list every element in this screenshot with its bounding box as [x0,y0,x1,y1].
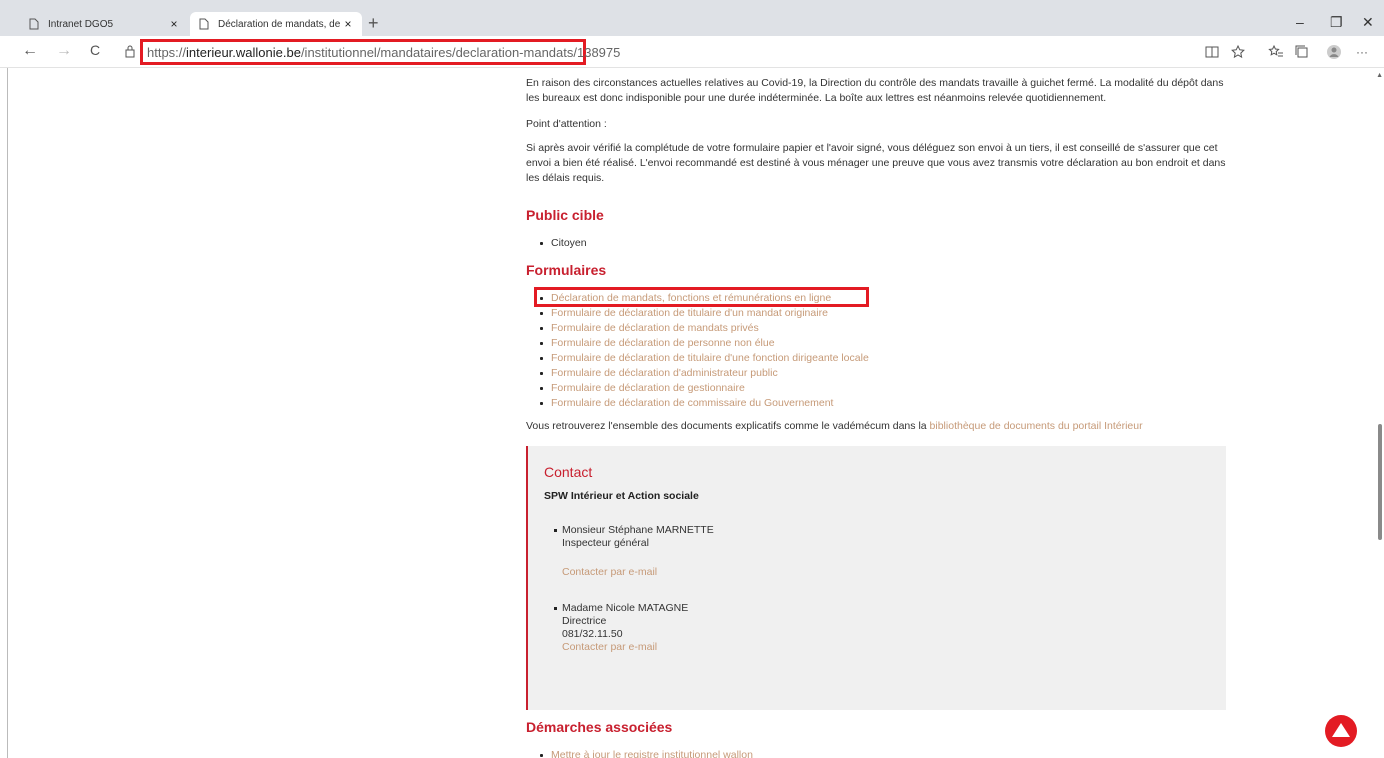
close-tab-button[interactable]: × [166,17,182,31]
person-role: Directrice [562,615,607,627]
tab-intranet[interactable]: Intranet DGO5 × [8,12,188,36]
restore-button[interactable]: ❐ [1330,14,1343,31]
form-link-online[interactable]: Déclaration de mandats, fonctions et rém… [534,287,869,307]
docs-library-link[interactable]: bibliothèque de documents du portail Int… [930,420,1143,432]
minimize-button[interactable]: – [1296,14,1304,30]
attention-label: Point d'attention : [526,118,607,130]
close-window-button[interactable]: ✕ [1362,14,1374,31]
scroll-up-icon[interactable]: ▲ [1376,72,1383,79]
covid-notice: En raison des circonstances actuelles re… [526,77,1224,104]
related-title: Démarches associées [526,719,673,735]
arrow-up-icon [1332,723,1350,737]
related-link[interactable]: Mettre à jour le registre institutionnel… [540,748,753,758]
lock-icon[interactable] [124,44,136,58]
url-text: https://interieur.wallonie.be/institutio… [147,44,621,60]
favorite-add-icon[interactable] [1230,44,1246,60]
form-link[interactable]: Formulaire de déclaration de mandats pri… [540,321,869,336]
bullet [554,529,557,532]
forms-title: Formulaires [526,262,607,278]
tab-title: Déclaration de mandats, de fonc [218,18,340,30]
form-link[interactable]: Formulaire de déclaration de titulaire d… [540,306,869,321]
person-name: Madame Nicole MATAGNE [562,602,689,614]
tab-declaration[interactable]: Déclaration de mandats, de fonc × [190,12,362,36]
contact-person: Monsieur Stéphane MARNETTE Inspecteur gé… [554,524,714,579]
favorites-icon[interactable] [1268,44,1284,60]
contact-person: Madame Nicole MATAGNE Directrice 081/32.… [554,602,689,654]
reader-view-icon[interactable] [1204,44,1220,60]
scrollbar[interactable]: ▲ [1376,68,1384,758]
address-bar[interactable]: https://interieur.wallonie.be/institutio… [140,39,620,65]
divider [7,68,8,758]
forms-list: Déclaration de mandats, fonctions et rém… [534,287,869,411]
form-link[interactable]: Formulaire de déclaration de titulaire d… [540,351,869,366]
form-link[interactable]: Formulaire de déclaration de commissaire… [540,396,869,411]
contact-title: Contact [544,464,593,480]
reload-button[interactable]: C [90,42,100,58]
browser-toolbar: ← → C https://interieur.wallonie.be/inst… [0,36,1384,68]
list-item: Citoyen [540,236,587,251]
scroll-to-top-button[interactable] [1325,715,1357,747]
email-link[interactable]: Contacter par e-mail [562,641,688,654]
collections-icon[interactable] [1294,44,1310,60]
person-role: Inspecteur général [562,537,649,549]
tab-title: Intranet DGO5 [48,18,114,30]
public-title: Public cible [526,207,604,223]
new-tab-button[interactable]: + [368,14,379,32]
docs-paragraph: Vous retrouverez l'ensemble des document… [526,420,1143,432]
form-link[interactable]: Formulaire de déclaration de personne no… [540,336,869,351]
back-button[interactable]: ← [22,42,38,60]
close-tab-button[interactable]: × [340,17,356,31]
bullet [554,607,557,610]
highlight-box [534,287,869,307]
forward-button[interactable]: → [56,42,72,60]
scrollbar-thumb[interactable] [1378,424,1382,540]
form-link[interactable]: Formulaire de déclaration d'administrate… [540,366,869,381]
page-viewport: ▲ En raison des circonstances actuelles … [0,68,1384,758]
page-icon [199,18,209,30]
tab-strip: Intranet DGO5 × Déclaration de mandats, … [0,0,1384,36]
page-icon [29,18,39,30]
contact-org: SPW Intérieur et Action sociale [544,490,699,502]
contact-panel: Contact SPW Intérieur et Action sociale … [526,446,1226,710]
public-list: Citoyen [540,236,587,251]
attention-text: Si après avoir vérifié la complétude de … [526,142,1226,184]
related-list: Mettre à jour le registre institutionnel… [540,748,753,758]
person-name: Monsieur Stéphane MARNETTE [562,524,714,536]
profile-icon[interactable] [1326,44,1342,60]
more-icon[interactable]: ··· [1356,45,1368,59]
email-link[interactable]: Contacter par e-mail [562,566,714,579]
person-phone: 081/32.11.50 [562,628,623,640]
form-link[interactable]: Formulaire de déclaration de gestionnair… [540,381,869,396]
